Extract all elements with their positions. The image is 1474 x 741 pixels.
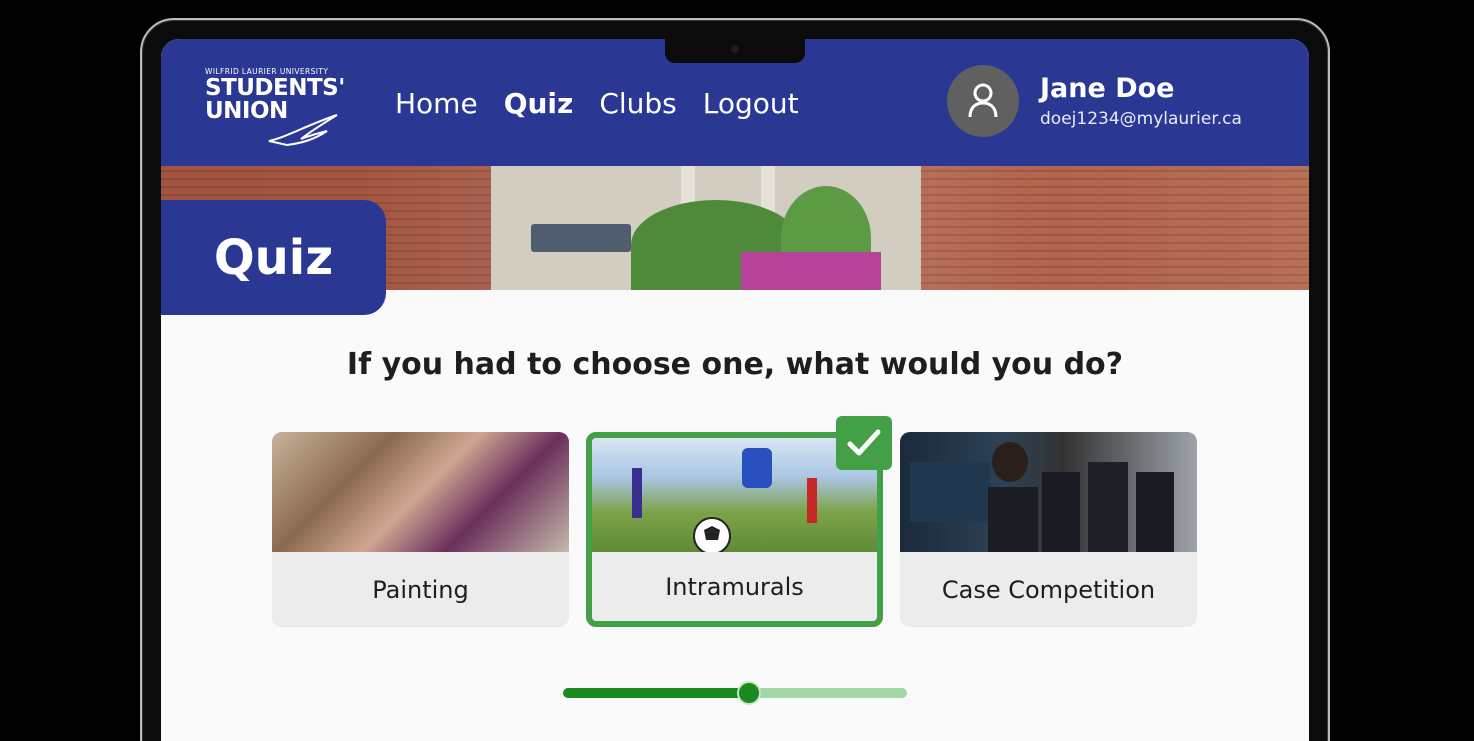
option-label: Intramurals bbox=[665, 572, 804, 601]
camera-notch bbox=[665, 39, 805, 63]
option-label: Painting bbox=[372, 575, 469, 604]
nav-quiz[interactable]: Quiz bbox=[504, 87, 574, 120]
option-case-competition[interactable]: Case Competition bbox=[900, 432, 1197, 627]
nav-logout[interactable]: Logout bbox=[703, 87, 799, 120]
quiz-question: If you had to choose one, what would you… bbox=[346, 347, 1124, 382]
option-label: Case Competition bbox=[941, 575, 1156, 604]
main-nav: Home Quiz Clubs Logout bbox=[395, 87, 799, 120]
camera-icon bbox=[731, 45, 739, 53]
presentation-scene bbox=[910, 442, 1174, 552]
quiz-progress-slider[interactable] bbox=[563, 681, 907, 705]
screen: WILFRID LAURIER UNIVERSITY STUDENTS' UNI… bbox=[161, 39, 1309, 741]
painting-photo bbox=[272, 432, 569, 552]
hawk-icon bbox=[268, 114, 338, 147]
case-competition-photo bbox=[900, 432, 1197, 552]
user-icon bbox=[968, 83, 998, 118]
page-title-tab: Quiz bbox=[161, 200, 386, 315]
user-email: doej1234@mylaurier.ca bbox=[1040, 109, 1242, 129]
progress-fill bbox=[563, 688, 749, 698]
option-painting[interactable]: Painting bbox=[272, 432, 569, 627]
students-union-logo[interactable]: WILFRID LAURIER UNIVERSITY STUDENTS' UNI… bbox=[205, 67, 355, 147]
page-title: Quiz bbox=[213, 229, 334, 286]
avatar[interactable] bbox=[947, 65, 1019, 137]
intramurals-photo bbox=[592, 438, 877, 555]
nav-clubs[interactable]: Clubs bbox=[599, 87, 676, 120]
nav-home[interactable]: Home bbox=[395, 87, 478, 120]
logo-students-text: STUDENTS' bbox=[205, 75, 345, 101]
progress-knob[interactable] bbox=[736, 681, 761, 705]
user-name: Jane Doe bbox=[1040, 73, 1175, 104]
checkmark-icon bbox=[836, 416, 892, 470]
soccer-scene bbox=[632, 448, 817, 555]
